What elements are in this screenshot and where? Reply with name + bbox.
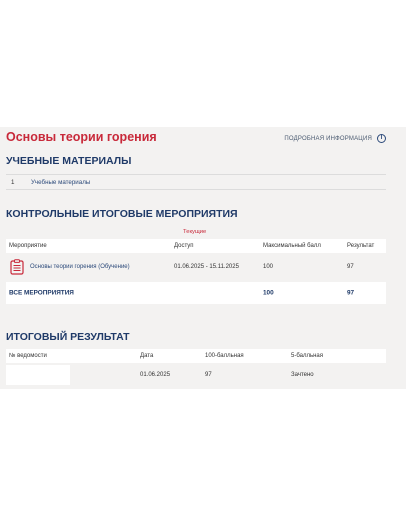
details-link[interactable]: ПОДРОБНАЯ ИНФОРМАЦИЯ i	[284, 134, 386, 143]
result-score-100: 97	[205, 372, 212, 378]
col-score-5: 5-балльная	[291, 353, 323, 359]
course-title: Основы теории горения	[6, 130, 157, 144]
table-row: 01.06.2025 97 Зачтено	[6, 365, 386, 385]
col-date: Дата	[140, 353, 154, 359]
total-label: ВСЕ МЕРОПРИЯТИЯ	[9, 289, 74, 297]
tab-current[interactable]: Текущие	[183, 229, 206, 235]
col-result: Результат	[347, 243, 375, 249]
col-access: Доступ	[174, 243, 194, 249]
activity-max-score: 100	[263, 264, 274, 270]
materials-item-number: 1	[11, 178, 15, 186]
materials-heading: УЧЕБНЫЕ МАТЕРИАЛЫ	[6, 155, 132, 167]
course-panel: Основы теории горения ПОДРОБНАЯ ИНФОРМАЦ…	[0, 127, 406, 389]
activities-heading: КОНТРОЛЬНЫЕ ИТОГОВЫЕ МЕРОПРИЯТИЯ	[6, 208, 238, 220]
activity-result: 97	[347, 264, 354, 270]
col-activity: Мероприятие	[9, 243, 47, 249]
details-link-label: ПОДРОБНАЯ ИНФОРМАЦИЯ	[284, 135, 372, 142]
clipboard-list-icon	[10, 259, 24, 275]
total-row: ВСЕ МЕРОПРИЯТИЯ 100 97	[6, 282, 386, 304]
col-sheet-number: № ведомости	[9, 353, 47, 359]
materials-item-link[interactable]: Учебные материалы	[31, 179, 90, 186]
materials-list-item[interactable]: 1 Учебные материалы	[6, 174, 386, 190]
result-score-5: Зачтено	[291, 372, 314, 378]
col-score-100: 100-балльная	[205, 353, 244, 359]
info-icon: i	[377, 134, 386, 143]
col-max-score: Максимальный балл	[263, 243, 321, 249]
activity-link[interactable]: Основы теории горения (Обучение)	[30, 264, 130, 270]
final-table-header: № ведомости Дата 100-балльная 5-балльная	[6, 349, 386, 363]
result-date: 01.06.2025	[140, 372, 171, 378]
activity-access: 01.06.2025 - 15.11.2025	[174, 264, 239, 270]
final-result-heading: ИТОГОВЫЙ РЕЗУЛЬТАТ	[6, 331, 130, 343]
table-row[interactable]: Основы теории горения (Обучение) 01.06.2…	[6, 255, 386, 279]
activities-table-header: Мероприятие Доступ Максимальный балл Рез…	[6, 239, 386, 253]
total-result: 97	[347, 289, 355, 297]
sheet-number-cell	[6, 365, 70, 385]
total-max-score: 100	[263, 289, 274, 297]
